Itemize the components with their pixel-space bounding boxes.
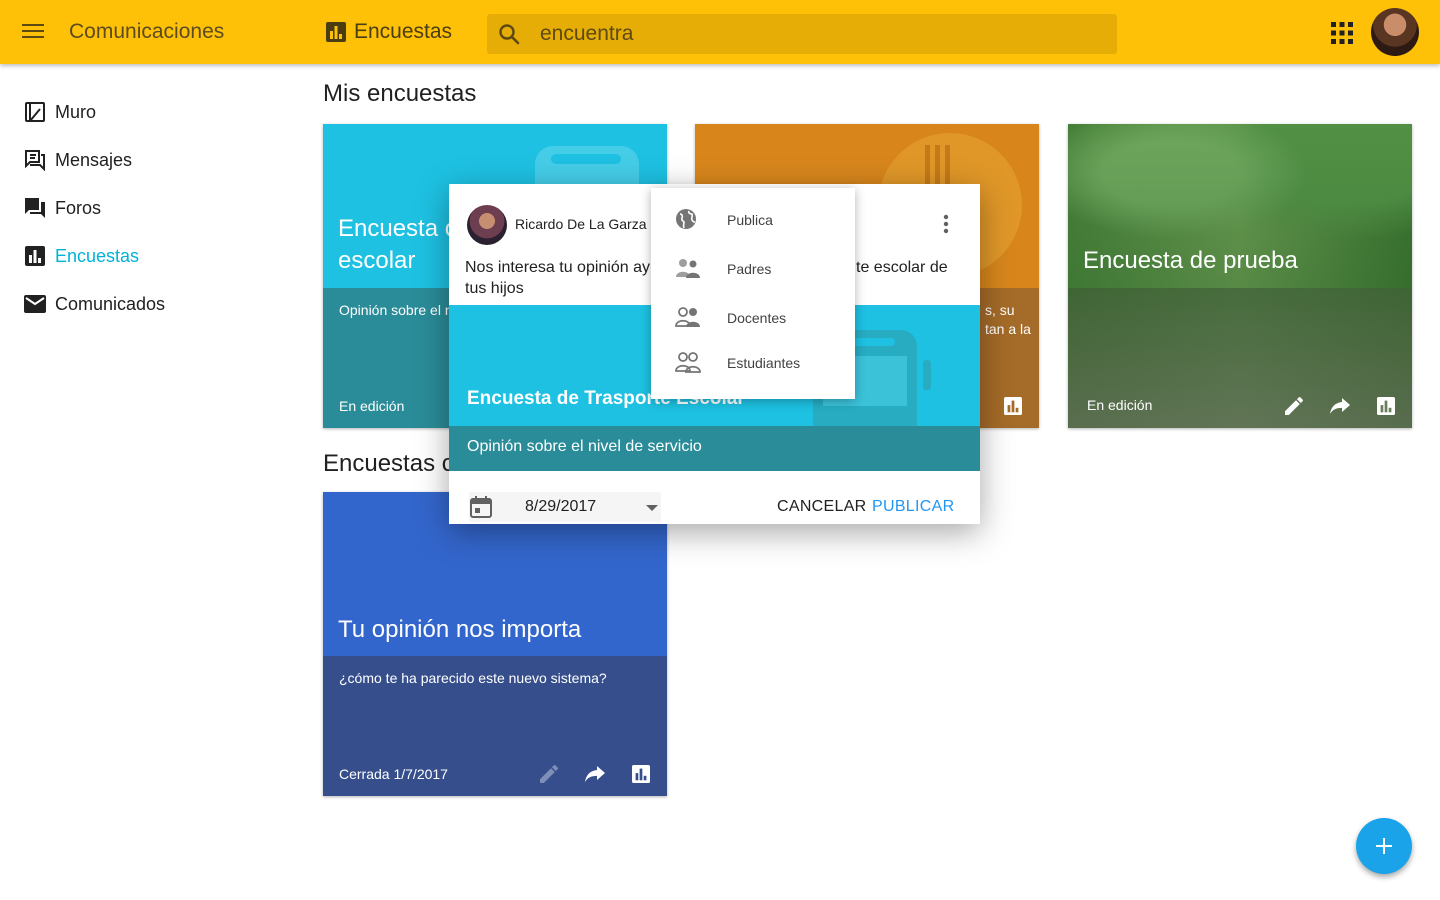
share-icon[interactable] [583,762,607,786]
card-description: s, su [985,302,1015,318]
menu-item-label: Docentes [727,310,787,326]
card-description: tan a la [985,321,1031,337]
date-value: 8/29/2017 [525,498,597,515]
book-icon [24,101,46,123]
forum-icon [24,149,46,171]
menu-icon[interactable] [22,22,44,42]
sidebar-item-label: Mensajes [55,149,133,170]
author-avatar [467,205,507,245]
search-box[interactable] [487,14,1117,54]
card-body: ¿cómo te ha parecido este nuevo sistema?… [323,656,667,796]
teachers-icon [675,307,700,327]
survey-card[interactable]: Encuesta de prueba En edición [1068,124,1412,428]
apps-grid-icon[interactable] [1331,22,1353,44]
mail-icon [24,293,46,315]
more-vert-icon[interactable] [943,214,949,234]
poll-icon [24,245,46,267]
calendar-icon [470,496,492,518]
sidebar-nav: Muro Mensajes Foros Encuestas Comunicado… [0,88,290,328]
sidebar-item-mensajes[interactable]: Mensajes [0,136,290,184]
parents-icon [676,259,700,278]
top-app-bar: Comunicaciones Encuestas [0,0,1440,64]
dropdown-arrow-icon [646,505,658,511]
cancel-button[interactable]: CANCELAR [777,498,867,516]
card-status: Cerrada 1/7/2017 [339,766,448,782]
message-text-line2: tus hijos [465,280,524,297]
stats-icon[interactable] [1001,394,1025,418]
survey-card[interactable]: Tu opinión nos importa ¿cómo te ha parec… [323,492,667,796]
stats-icon[interactable] [1374,394,1398,418]
sidebar-item-label: Comunicados [55,293,166,314]
message-text-tail: te escolar de [856,259,948,276]
author-name: Ricardo De La Garza [515,216,647,232]
card-title: Encuesta de prueba [1083,247,1298,274]
card-description: Opinión sobre el n [339,302,453,318]
sidebar-item-encuestas[interactable]: Encuestas [0,232,290,280]
card-actions [1001,394,1025,418]
menu-item-estudiantes[interactable]: Estudiantes [651,343,855,383]
publish-button[interactable]: PUBLICAR [872,498,954,516]
sidebar-item-muro[interactable]: Muro [0,88,290,136]
user-avatar[interactable] [1371,8,1419,56]
section-title: Encuestas [326,20,452,44]
encuestas-heading: Encuestas c [323,450,454,477]
poll-icon [326,22,346,42]
menu-item-padres[interactable]: Padres [651,249,855,289]
sidebar-item-label: Muro [55,101,97,122]
survey-subtitle: Opinión sobre el nivel de servicio [467,438,702,455]
students-icon [675,352,701,373]
card-header: Encuesta de prueba [1068,124,1412,288]
card-description: ¿cómo te ha parecido este nuevo sistema? [339,670,607,686]
add-survey-button[interactable] [1356,818,1412,874]
card-title: Encuesta c escolar [338,215,457,274]
sidebar-item-foros[interactable]: Foros [0,184,290,232]
sidebar-item-comunicados[interactable]: Comunicados [0,280,290,328]
card-status: En edición [339,398,405,414]
search-input[interactable] [540,20,1100,48]
message-text: Nos interesa tu opinión ay [465,259,650,276]
menu-item-label: Publica [727,212,773,228]
menu-item-publica[interactable]: Publica [651,200,855,240]
plus-icon [1376,838,1392,854]
stats-icon[interactable] [629,762,653,786]
menu-item-docentes[interactable]: Docentes [651,298,855,338]
sidebar-item-label: Foros [55,197,102,218]
survey-subtitle-bar: Opinión sobre el nivel de servicio [449,426,980,471]
search-icon [499,24,520,45]
globe-icon [676,209,696,229]
edit-icon[interactable] [1282,394,1306,418]
card-actions [1282,394,1398,418]
section-title-label: Encuestas [354,20,453,43]
card-title: Tu opinión nos importa [338,616,582,643]
menu-item-label: Padres [727,261,772,277]
card-status: En edición [1087,397,1153,413]
chat-icon [24,197,46,219]
app-title: Comunicaciones [69,20,225,43]
mis-encuestas-heading: Mis encuestas [323,80,477,107]
audience-menu: Publica Padres Docentes Estudiantes [651,188,855,399]
share-icon[interactable] [1328,394,1352,418]
menu-item-label: Estudiantes [727,355,801,371]
card-body: En edición [1068,288,1412,428]
date-picker[interactable]: 8/29/2017 [469,492,661,522]
card-actions [537,762,653,786]
edit-icon[interactable] [537,762,561,786]
sidebar-item-label: Encuestas [55,245,140,266]
